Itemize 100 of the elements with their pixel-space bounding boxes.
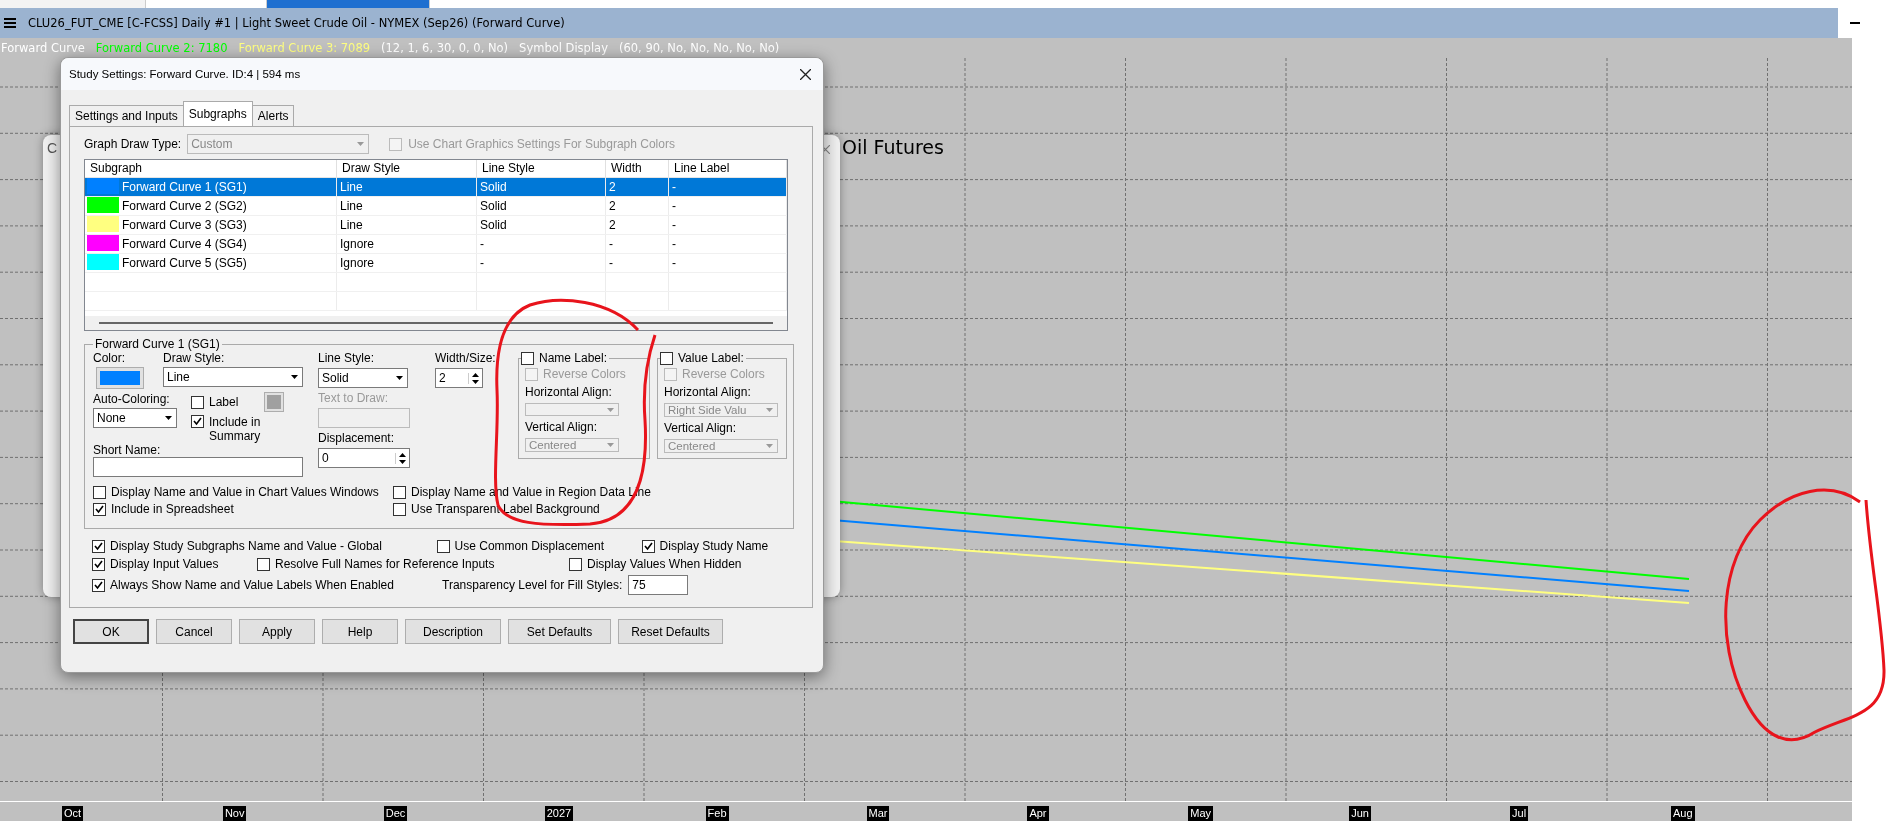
table-cell: Forward Curve 2 (SG2) (119, 197, 337, 215)
caret-icon[interactable] (472, 379, 479, 384)
checkbox-label: Always Show Name and Value Labels When Enabled (110, 578, 394, 592)
input-field[interactable] (93, 457, 303, 477)
checkbox-label: Use Transparent Label Background (411, 502, 600, 516)
checkbox[interactable] (93, 502, 106, 516)
checkbox-label: Display Name and Value in Chart Values Windows (111, 485, 379, 499)
group-title: Forward Curve 1 (SG1) (94, 337, 221, 351)
dropdown[interactable]: None (93, 408, 177, 428)
checkbox-label: Include in Spreadsheet (111, 502, 234, 516)
checkbox[interactable] (393, 485, 406, 499)
axis-label: Jun (1349, 806, 1371, 821)
checkbox-label: Label (209, 395, 240, 409)
field-label: Displacement: (318, 431, 396, 445)
checkbox[interactable] (436, 539, 450, 553)
field-label: Text to Draw: (318, 391, 390, 405)
checkbox-label: Use Chart Graphics Settings For Subgraph Colors (408, 137, 675, 151)
table-row[interactable]: Forward Curve 2 (SG2) Line Solid 2 - (85, 197, 787, 216)
checkbox[interactable] (92, 557, 105, 571)
axis-label: Nov (222, 806, 247, 821)
field-label: Transparency Level for Fill Styles: (442, 578, 623, 592)
dropdown[interactable]: Line (163, 367, 303, 387)
field-label: Horizontal Align: (664, 385, 752, 399)
dropdown[interactable]: Solid (318, 368, 408, 388)
study-value-text: Forward Curve (1, 41, 85, 55)
axis-label: Mar (866, 806, 890, 821)
input-field[interactable]: 75 (628, 575, 689, 595)
checkbox-label: Display Study Name (659, 539, 769, 553)
menu-icon[interactable] (4, 18, 16, 28)
column-header[interactable]: Line Label (669, 160, 787, 177)
caret-icon (165, 416, 172, 420)
dialog-button[interactable]: Reset Defaults (618, 619, 723, 644)
tab[interactable]: Alerts (251, 105, 295, 126)
spin-field[interactable]: 0 (318, 448, 410, 468)
axis-label: Oct (62, 806, 84, 821)
dialog-button[interactable]: Help (322, 619, 398, 644)
table-cell: - (669, 197, 787, 215)
table-row[interactable]: Forward Curve 5 (SG5) Ignore - - - (85, 254, 787, 273)
checkbox-label: Value Label: (678, 351, 744, 365)
table-cell: Ignore (337, 235, 477, 253)
caret-up-icon[interactable] (472, 372, 479, 377)
checkbox-label: Display Study Subgraphs Name and Value - Global (110, 539, 382, 553)
dialog-button[interactable]: Cancel (156, 619, 232, 644)
axis-label: Aug (1671, 806, 1695, 821)
scrollbar-thumb[interactable] (99, 322, 773, 324)
table-cell: - (669, 216, 787, 234)
dialog-button[interactable]: OK (73, 619, 149, 644)
caret-icon (607, 443, 614, 447)
column-header[interactable]: Subgraph (85, 160, 337, 177)
table-cell: 2 (606, 216, 669, 234)
color-button[interactable] (264, 392, 284, 412)
checkbox[interactable] (393, 502, 406, 516)
table-cell: Forward Curve 5 (SG5) (119, 254, 337, 272)
checkbox[interactable] (569, 557, 582, 571)
tab[interactable]: Settings and Inputs (69, 105, 184, 126)
table-cell: Solid (477, 197, 606, 215)
column-header[interactable]: Draw Style (337, 160, 477, 177)
caret-icon (396, 376, 403, 380)
table-row[interactable]: Forward Curve 4 (SG4) Ignore - - - (85, 235, 787, 254)
table-cell: Line (337, 197, 477, 215)
dialog-button[interactable]: Description (405, 619, 501, 644)
field-label: Line Style: (318, 351, 376, 365)
dialog-button[interactable]: Apply (239, 619, 315, 644)
checkbox-label: Display Values When Hidden (587, 557, 742, 571)
checkbox[interactable] (641, 539, 655, 553)
axis-label: Apr (1027, 806, 1049, 821)
dialog-button[interactable]: Set Defaults (508, 619, 611, 644)
checkbox[interactable] (191, 415, 204, 428)
checkbox[interactable] (93, 485, 106, 499)
table-cell: - (477, 254, 606, 272)
table-cell: - (669, 254, 787, 272)
caret-icon (766, 444, 773, 448)
field-label: Graph Draw Type: (84, 137, 182, 151)
spin-field[interactable]: 2 (435, 368, 483, 388)
axis-label: May (1188, 806, 1214, 821)
caret-icon (766, 408, 773, 412)
table-cell: Line (337, 216, 477, 234)
axis-label: Feb (705, 806, 729, 821)
column-header[interactable]: Line Style (477, 160, 606, 177)
tab[interactable]: Subgraphs (182, 101, 253, 126)
color-button[interactable] (96, 367, 144, 389)
checkbox[interactable] (257, 557, 270, 571)
table-cell: - (606, 254, 669, 272)
table-cell: - (669, 178, 787, 196)
close-icon[interactable] (800, 68, 811, 80)
table-cell: Line (337, 178, 477, 196)
table-cell: Forward Curve 4 (SG4) (119, 235, 337, 253)
checkbox[interactable] (92, 578, 105, 592)
caret-icon[interactable] (399, 459, 406, 464)
table-row[interactable]: Forward Curve 3 (SG3) Line Solid 2 - (85, 216, 787, 235)
column-header[interactable]: Width (606, 160, 669, 177)
checkbox[interactable] (92, 539, 105, 553)
table-row[interactable]: Forward Curve 1 (SG1) Line Solid 2 - (85, 178, 787, 197)
table-cell: - (477, 235, 606, 253)
table-cell: Solid (477, 216, 606, 234)
table-cell: - (606, 235, 669, 253)
checkbox[interactable] (191, 395, 204, 409)
axis-label: 2027 (544, 806, 574, 821)
table-cell: Solid (477, 178, 606, 196)
caret-up-icon[interactable] (399, 452, 406, 457)
